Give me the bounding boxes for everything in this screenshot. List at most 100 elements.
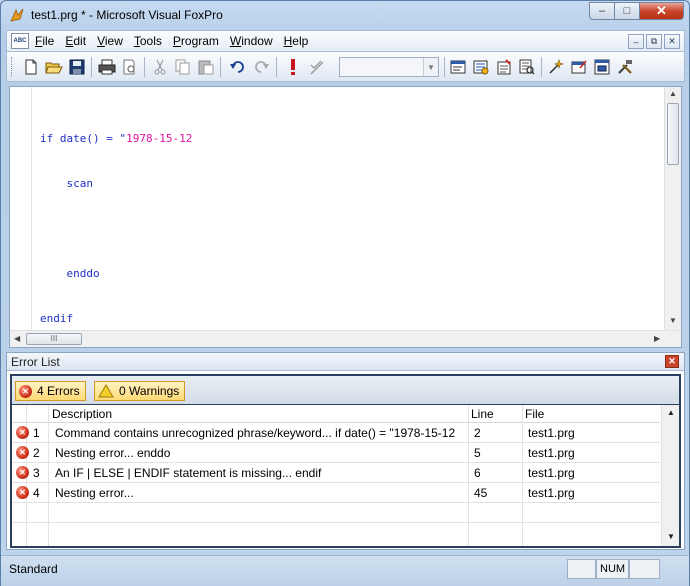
code-references-icon[interactable] [517,57,537,77]
menu-help-accel: H [283,34,293,48]
warning-icon [98,384,114,398]
code-line: scan [40,176,192,191]
column-header-line[interactable]: Line [471,407,494,421]
close-icon[interactable]: ✕ [665,355,679,368]
data-session-icon[interactable] [471,57,491,77]
paste-icon[interactable] [196,57,216,77]
save-icon[interactable] [67,57,87,77]
options-icon[interactable] [615,57,635,77]
scroll-thumb[interactable] [667,103,679,165]
toolbar-separator [444,57,445,77]
status-bar: Standard NUM [1,555,689,586]
editor-horizontal-scrollbar[interactable]: ◀ III ▶ [10,330,681,347]
error-icon: ✕ [16,466,29,479]
run-icon[interactable] [283,57,303,77]
toolbar-grip[interactable] [11,57,14,77]
scroll-left-icon[interactable]: ◀ [14,334,20,343]
warnings-filter-button[interactable]: 0 Warnings [94,381,186,401]
menu-file-label: ile [42,34,55,48]
grid-header: Description Line File [12,405,660,423]
form-wizard-icon[interactable] [546,57,566,77]
foxpro-app-icon [10,8,24,22]
scroll-right-icon[interactable]: ▶ [654,334,660,343]
column-header-description[interactable]: Description [52,407,112,421]
title-bar[interactable]: test1.prg * - Microsoft Visual FoxPro – … [1,1,689,29]
editor-gutter [10,87,32,331]
row-file: test1.prg [528,446,575,460]
menu-tools-label: ools [139,34,162,48]
app-window: test1.prg * - Microsoft Visual FoxPro – … [0,0,690,586]
menu-edit[interactable]: Edit [65,34,86,48]
toolbar-combo[interactable]: ▼ [339,57,439,77]
undo-icon[interactable] [227,57,247,77]
table-row[interactable]: ✕ 1 Command contains unrecognized phrase… [12,423,660,443]
print-preview-icon[interactable] [120,57,140,77]
error-icon: ✕ [19,384,32,398]
code-line-text: scan [40,177,93,190]
grid-vertical-scrollbar[interactable]: ▲ ▼ [661,405,679,546]
code-line: endif [40,311,192,326]
print-icon[interactable] [97,57,117,77]
table-row[interactable]: ✕ 2 Nesting error... enddo 5 test1.prg [12,443,660,463]
code-text[interactable]: if date() = "1978-15-12 scan enddo endif [40,101,192,356]
column-header-file[interactable]: File [525,407,544,421]
row-file: test1.prg [528,486,575,500]
copy-icon[interactable] [173,57,193,77]
row-description: Command contains unrecognized phrase/key… [55,426,456,440]
row-number: 3 [33,466,40,480]
code-editor[interactable]: if date() = "1978-15-12 scan enddo endif… [9,86,682,348]
mdi-close-button[interactable]: ✕ [664,34,680,49]
report-designer-icon[interactable] [569,57,589,77]
redo-icon[interactable] [252,57,272,77]
window-title: test1.prg * - Microsoft Visual FoxPro [31,8,223,22]
menu-help-label: elp [292,34,309,48]
minimize-button[interactable]: – [589,2,615,20]
error-list-title: Error List [11,355,60,369]
standard-toolbar: ▼ [6,52,685,82]
menu-program-accel: P [172,34,181,48]
menu-view-accel: V [97,34,105,48]
open-icon[interactable] [44,57,64,77]
scroll-down-icon[interactable]: ▼ [667,532,675,541]
close-button[interactable]: ✕ [640,2,684,20]
scroll-up-icon[interactable]: ▲ [669,89,677,98]
menu-window-label: indow [241,34,273,48]
document-control-icon[interactable]: ABC [11,33,29,49]
cut-icon[interactable] [150,57,170,77]
class-browser-icon[interactable] [592,57,612,77]
modify-form-icon[interactable] [307,57,327,77]
status-text: Standard [9,562,58,576]
caption-buttons: – □ ✕ [589,2,684,20]
menu-file[interactable]: File [35,34,54,48]
toolbar-separator [91,57,92,77]
table-row[interactable]: ✕ 3 An IF | ELSE | ENDIF statement is mi… [12,463,660,483]
menu-window-accel: W [229,34,242,48]
chevron-down-icon[interactable]: ▼ [423,58,438,76]
maximize-button[interactable]: □ [615,2,640,20]
row-file: test1.prg [528,426,575,440]
menu-view-label: iew [104,34,123,48]
row-description: Nesting error... enddo [55,446,171,460]
scroll-thumb[interactable]: III [26,333,82,345]
mdi-minimize-button[interactable]: – [628,34,644,49]
errors-filter-label: 4 Errors [37,384,80,398]
command-window-icon[interactable] [448,57,468,77]
menu-program[interactable]: Program [173,34,219,48]
mdi-restore-button[interactable]: ⧉ [646,34,662,49]
errors-filter-button[interactable]: ✕ 4 Errors [15,381,86,401]
menu-tools[interactable]: Tools [134,34,162,48]
properties-icon[interactable] [494,57,514,77]
scroll-down-icon[interactable]: ▼ [669,316,677,325]
code-line: enddo [40,266,192,281]
menu-help[interactable]: Help [284,34,309,48]
menu-window[interactable]: Window [230,34,273,48]
menu-view[interactable]: View [97,34,123,48]
error-icon: ✕ [16,446,29,459]
scroll-up-icon[interactable]: ▲ [667,408,675,417]
row-number: 1 [33,426,40,440]
new-icon[interactable] [21,57,41,77]
editor-vertical-scrollbar[interactable]: ▲ ▼ [664,87,681,331]
table-row[interactable]: ✕ 4 Nesting error... 45 test1.prg [12,483,660,503]
error-icon: ✕ [16,426,29,439]
